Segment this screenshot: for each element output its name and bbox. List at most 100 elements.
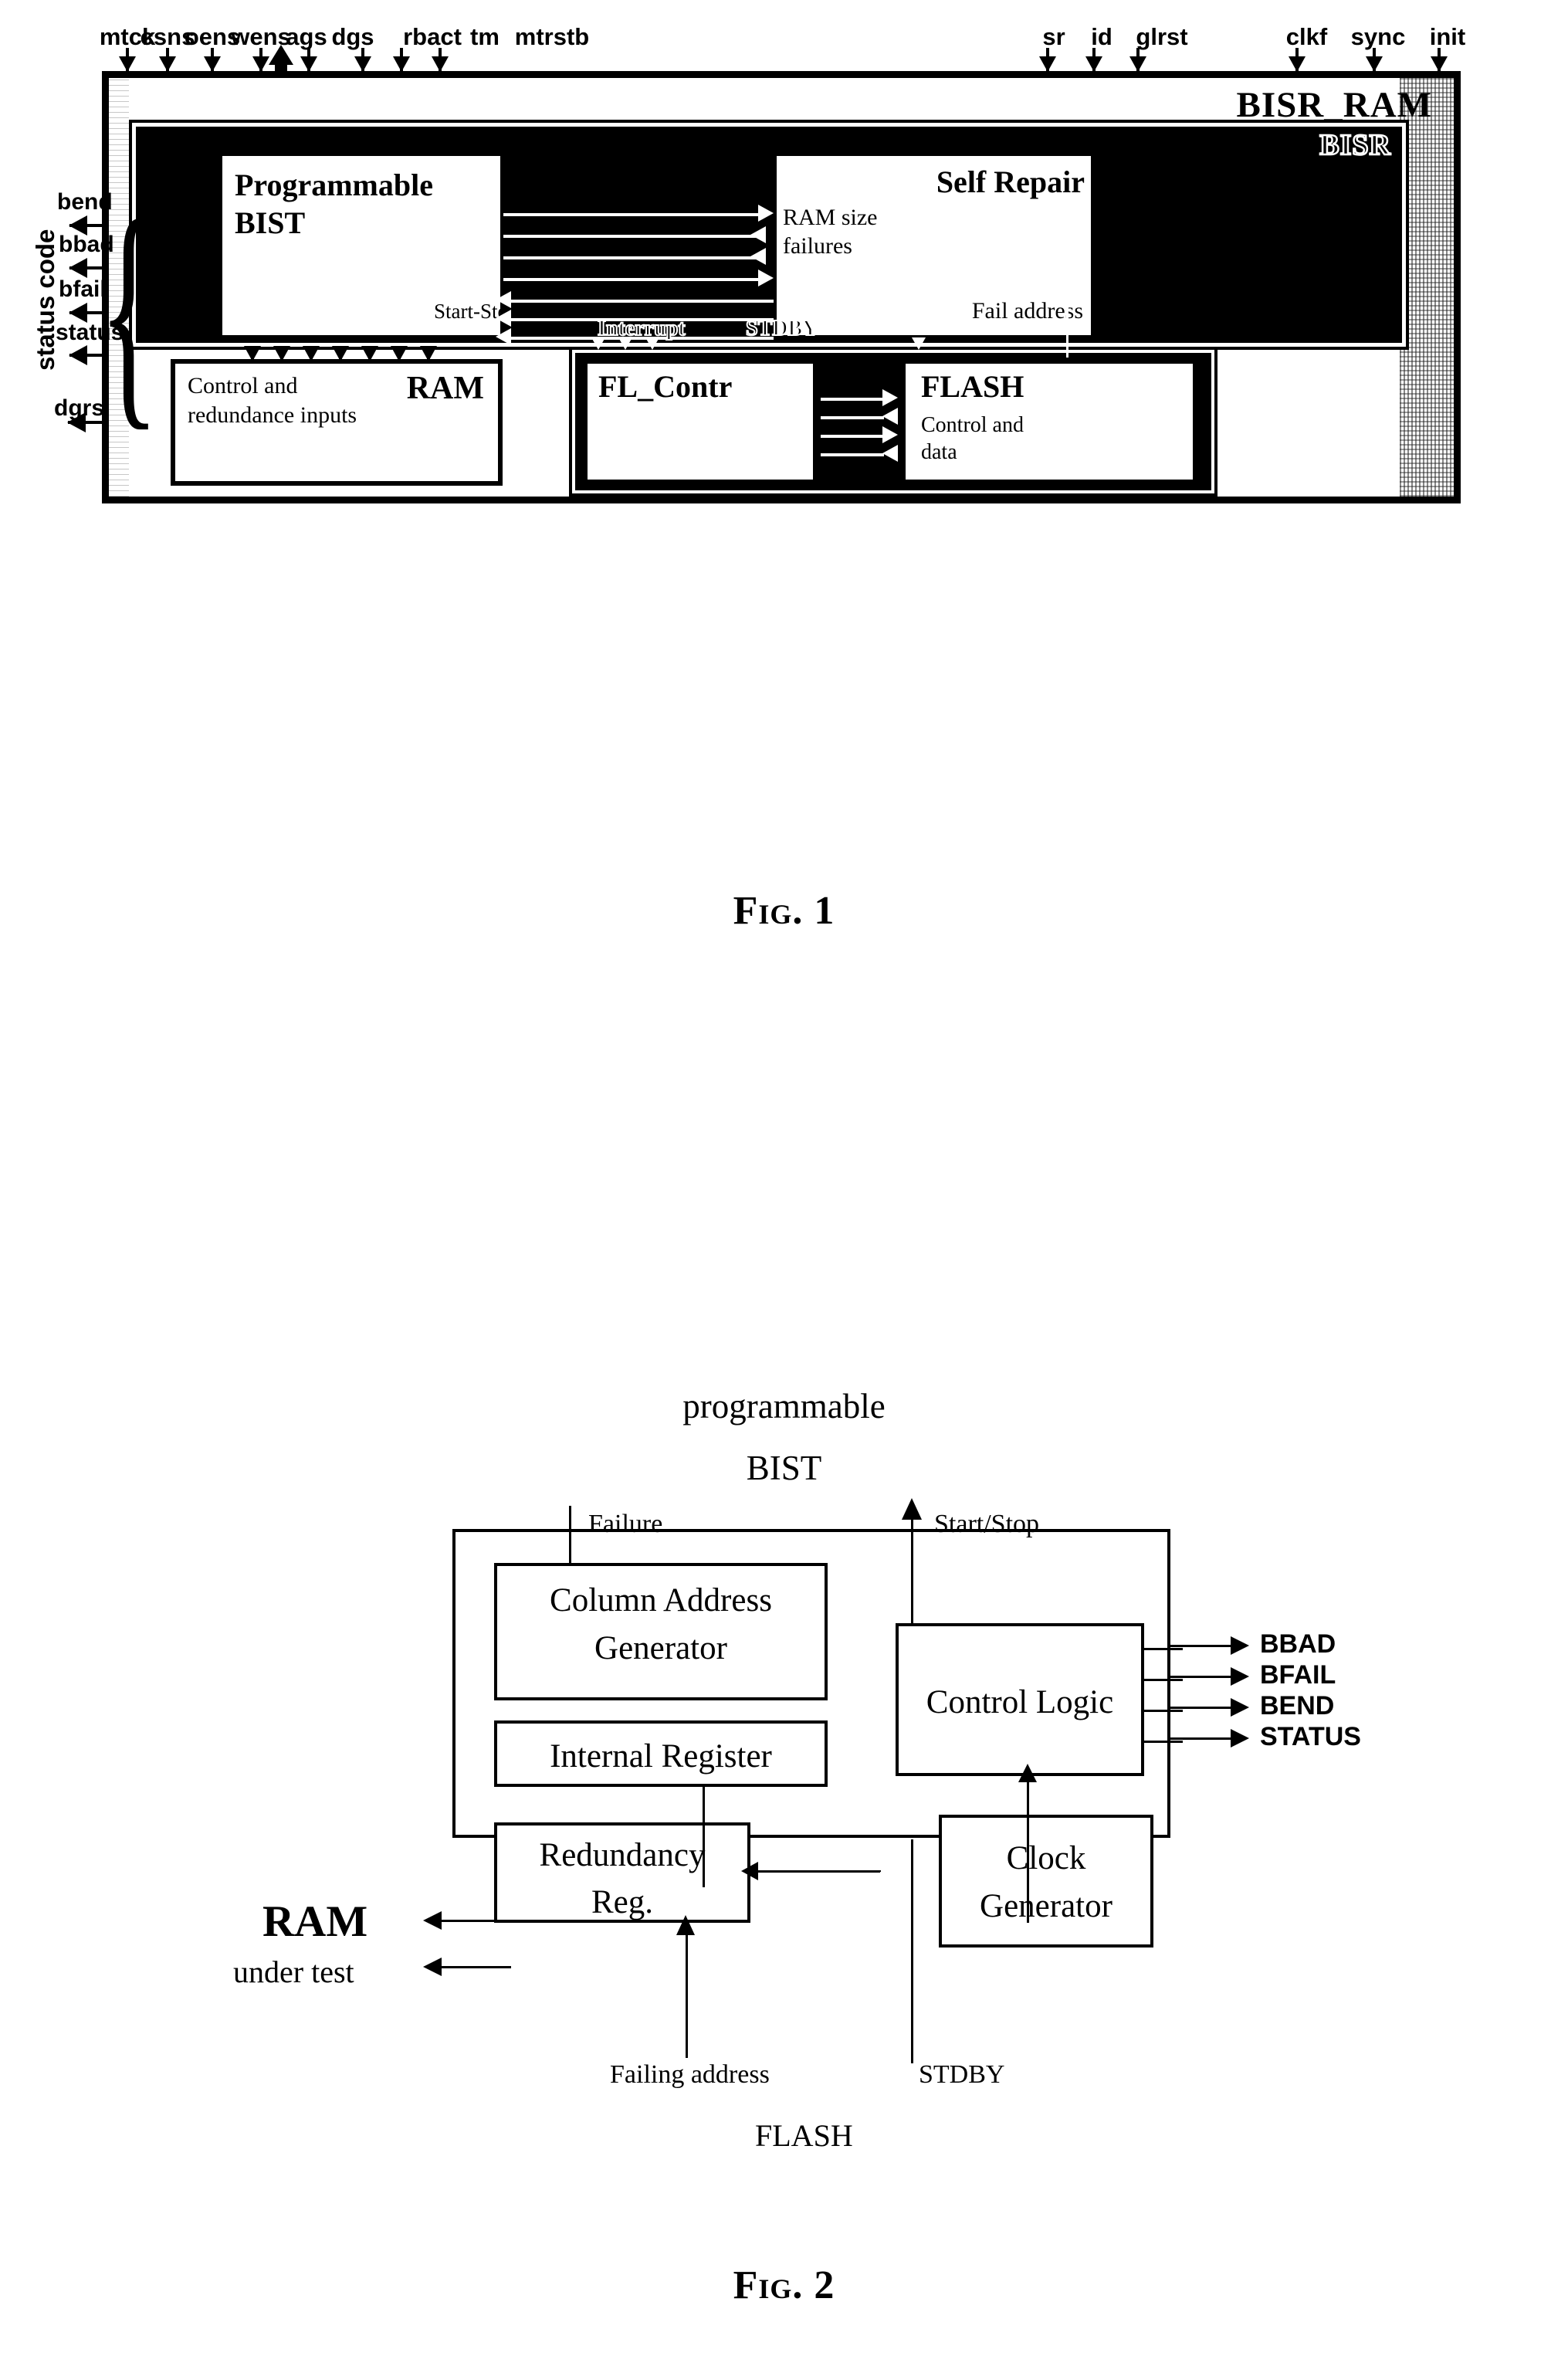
output-label-bfail: BFAIL [1260, 1660, 1336, 1690]
top-signal-label-sr: sr [1042, 23, 1065, 50]
bisr-ram-outer-block: BISR_RAM BISR Programmable BIST Start-St… [102, 71, 1461, 503]
clock-generator-line1: Clock [1006, 1840, 1086, 1876]
output-arrowhead-bfail [1231, 1667, 1249, 1686]
programmable-bist-title: Programmable BIST [235, 167, 500, 242]
bisr-to-flcontr-arrow-2 [618, 337, 632, 350]
redundancy-feed-vertical [879, 1870, 881, 1872]
control-logic-out-stub-2 [1144, 1679, 1183, 1681]
ram-under-test-arrowhead-1 [423, 1911, 442, 1930]
output-label-bbad: BBAD [1260, 1629, 1336, 1659]
clock-to-control-wire [1027, 1776, 1029, 1923]
signal-arrow-sr [1046, 48, 1049, 71]
failing-address-arrowhead [676, 1915, 695, 1935]
internal-register-text: Internal Register [497, 1724, 825, 1790]
bus-line-startstop-1 [511, 300, 774, 303]
clock-generator-block: Clock Generator [939, 1815, 1153, 1948]
fl-contr-title: FL_Contr [598, 369, 733, 404]
redundancy-reg-line2: Reg. [591, 1884, 654, 1921]
signal-arrow-oens [211, 48, 214, 71]
flash-note-line1: Control and [921, 413, 1024, 437]
ram-under-test-line1: RAM [262, 1897, 368, 1946]
bus-line-failures-3 [503, 278, 766, 281]
programmable-bist-title-line2: BIST [235, 205, 306, 240]
control-logic-out-stub-3 [1144, 1710, 1183, 1712]
control-logic-line1: Control Logic [926, 1684, 1114, 1720]
ram-under-test-line2: under test [233, 1954, 354, 1989]
flcontr-flash-bus-3 [821, 435, 890, 438]
programmable-bist-block: Programmable BIST Start-Stop [219, 153, 519, 338]
output-arrowhead-bend [1231, 1698, 1249, 1717]
programmable-bist-title-line1: Programmable [235, 168, 433, 202]
control-logic-block: Control Logic [896, 1623, 1144, 1776]
figure-2-caption: Fig. 2 [733, 2263, 835, 2307]
failing-address-wire [686, 1931, 688, 2058]
signal-arrow-clkf [1295, 48, 1299, 71]
redundancy-feed-arrowhead [741, 1862, 758, 1880]
output-wire-status [1170, 1737, 1234, 1740]
clock-to-control-arrowhead [1018, 1764, 1037, 1782]
flcontr-flash-bus-1 [821, 398, 890, 401]
ram-note-label: Control and redundance inputs [188, 371, 357, 429]
clock-generator-text: Clock Generator [942, 1818, 1150, 1931]
bisr-block: BISR Programmable BIST Start-Stop Self R… [129, 120, 1409, 350]
output-wire-bfail [1170, 1676, 1234, 1678]
ram-note-line2: redundance inputs [188, 402, 357, 428]
stdby-label-fig2: STDBY [919, 2060, 1005, 2089]
figure2-title-line2: BIST [746, 1449, 822, 1487]
ram-block: Control and redundance inputs RAM [171, 359, 503, 486]
signal-arrow-wens [259, 48, 262, 71]
flcontr-flash-bus-2 [821, 416, 884, 419]
top-signal-label-clkf: clkf [1285, 23, 1328, 50]
failing-address-label: Failing address [610, 2060, 770, 2089]
fail-address-path-horizontal [1032, 273, 1069, 275]
flash-block: FLASH Control and data [903, 361, 1196, 483]
signal-arrow-id [1092, 48, 1096, 71]
signal-arrow-glrst [1136, 48, 1140, 71]
signal-arrow-tm [400, 48, 403, 71]
output-label-bend: BEND [1260, 1691, 1335, 1720]
speckle-texture-right [1400, 78, 1454, 497]
bisr-to-flcontr-arrow-3 [645, 337, 659, 350]
flcontr-flash-bus-4 [821, 453, 884, 456]
figure-1-caption: Fig. 1 [733, 889, 835, 933]
cag-line1: Column Address [550, 1582, 772, 1619]
ram-under-test-wire-1 [439, 1920, 511, 1922]
figure2-title-line1: programmable [682, 1387, 886, 1425]
bisr-block-title: BISR [1319, 128, 1391, 163]
top-signal-label-sync: sync [1350, 23, 1406, 50]
column-address-generator-block: Column Address Generator [494, 1563, 828, 1700]
internal-register-down-wire [703, 1787, 705, 1887]
internal-register-block: Internal Register [494, 1720, 828, 1787]
flash-note-label: Control and data [921, 412, 1024, 466]
signal-arrow-sync [1373, 48, 1376, 71]
output-wire-bbad [1170, 1645, 1234, 1647]
bisr-to-flcontr-arrow-1 [591, 337, 605, 350]
fail-address-path-vertical [1066, 273, 1068, 358]
bus-line-failures-1 [503, 235, 758, 238]
control-logic-out-stub-1 [1144, 1648, 1183, 1650]
ram-under-test-wire-2 [439, 1966, 511, 1968]
top-signal-label-mtrstb: mtrstb [514, 23, 590, 50]
top-signal-label-init: init [1429, 23, 1466, 50]
signal-arrow-mtck [126, 48, 129, 71]
self-repair-title: Self Repair [936, 164, 1085, 199]
output-wire-bend [1170, 1707, 1234, 1709]
bisr-ram-title: BISR_RAM [1236, 85, 1432, 125]
bisr-to-flash-arrow [912, 337, 926, 350]
signal-arrow-csns [166, 48, 169, 71]
control-logic-out-stub-4 [1144, 1741, 1183, 1743]
clock-generator-line2: Generator [980, 1888, 1113, 1925]
flash-subsystem-group: FL_Contr FLASH Control and data [569, 347, 1217, 497]
top-signal-label-glrst: glrst [1136, 23, 1188, 50]
output-arrowhead-bbad [1231, 1636, 1249, 1655]
interrupt-label: Interrupt [597, 316, 686, 341]
self-repair-block: Self Repair RAM size failures Fail addre… [774, 153, 1094, 338]
stdby-label: STDBY [745, 316, 818, 341]
status-code-brace: { [98, 169, 160, 451]
self-repair-input-line1: RAM size [783, 205, 878, 230]
flash-label-fig2: FLASH [755, 2118, 853, 2153]
programmable-bist-diagram: Column Address Generator Internal Regist… [452, 1529, 1183, 1948]
stdby-wire [911, 1839, 913, 2063]
signal-arrow-rbact [361, 48, 364, 71]
redundancy-reg-line1: Redundancy [539, 1837, 706, 1873]
